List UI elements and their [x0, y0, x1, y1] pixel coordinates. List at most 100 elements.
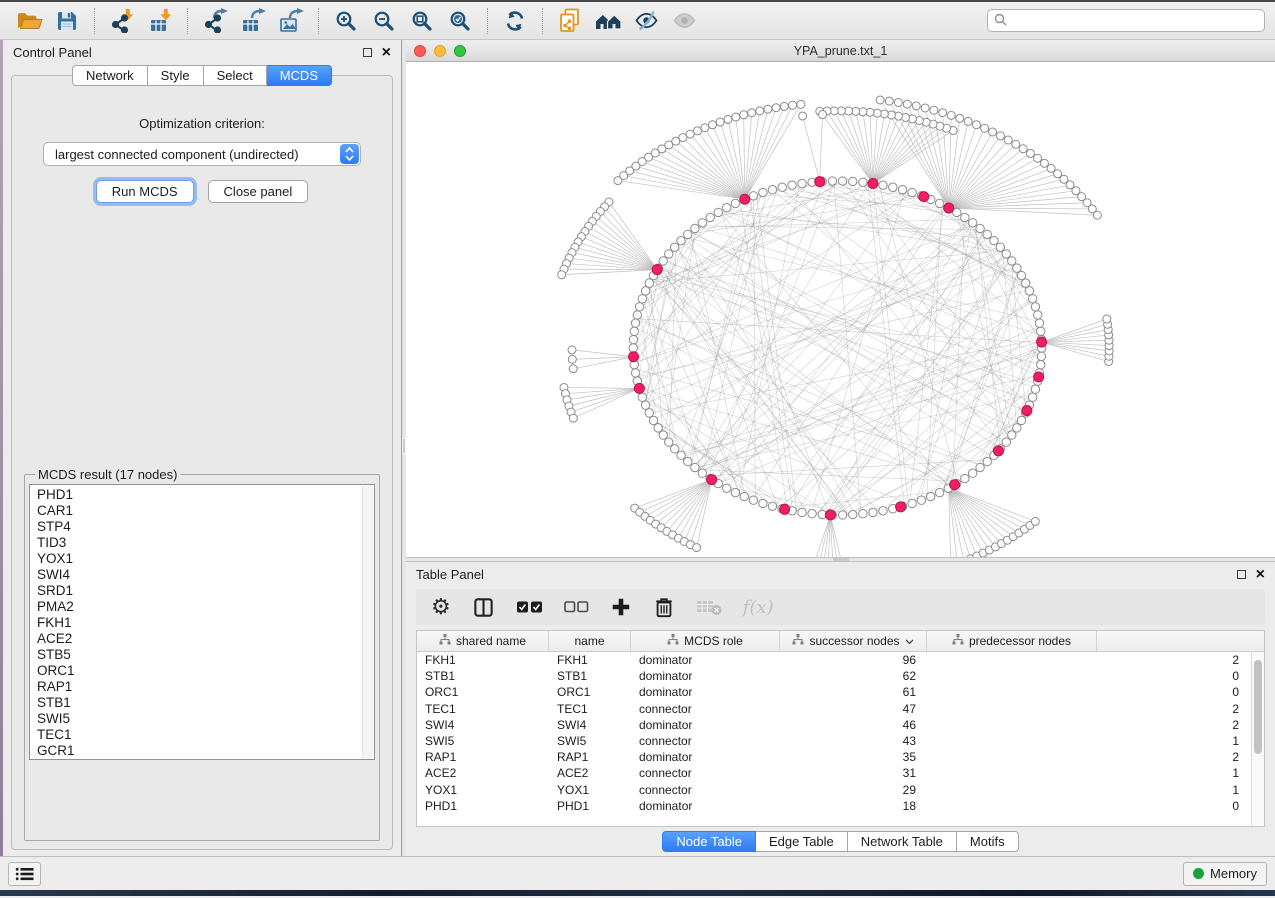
cell-shared-name: ACE2: [417, 766, 549, 780]
toolbar-separator: [187, 8, 188, 34]
export-image-icon[interactable]: [272, 6, 310, 36]
table-settings-icon[interactable]: ⚙: [431, 596, 451, 618]
table-row[interactable]: SWI4SWI4dominator462: [417, 717, 1251, 733]
column-header-mcds-role[interactable]: MCDS role: [631, 631, 780, 651]
window-zoom-icon[interactable]: [454, 45, 466, 57]
add-column-icon[interactable]: [610, 596, 632, 618]
cell-name: STB1: [549, 669, 631, 683]
search-input[interactable]: [1011, 14, 1258, 28]
table-row[interactable]: ACE2ACE2connector311: [417, 765, 1251, 781]
mcds-list-scrollbar[interactable]: [362, 486, 373, 758]
table-scrollbar[interactable]: [1251, 652, 1264, 826]
mcds-result-item[interactable]: TEC1: [37, 727, 360, 743]
tab-node-table[interactable]: Node Table: [662, 831, 756, 852]
table-row[interactable]: FKH1FKH1dominator962: [417, 652, 1251, 668]
mcds-result-item[interactable]: GCR1: [37, 743, 360, 759]
mcds-result-item[interactable]: FKH1: [37, 615, 360, 631]
mcds-result-item[interactable]: STB5: [37, 647, 360, 663]
float-panel-icon[interactable]: [363, 48, 372, 57]
network-window-titlebar[interactable]: YPA_prune.txt_1: [406, 40, 1275, 62]
tab-network[interactable]: Network: [72, 65, 148, 86]
splitter-grip-icon[interactable]: [833, 558, 849, 561]
zoom-in-icon[interactable]: [327, 6, 365, 36]
table-row[interactable]: YOX1YOX1connector291: [417, 782, 1251, 798]
table-row[interactable]: SWI5SWI5connector431: [417, 733, 1251, 749]
clear-selection-icon[interactable]: [564, 600, 589, 614]
table-row[interactable]: RAP1RAP1dominator352: [417, 749, 1251, 765]
mcds-result-item[interactable]: PMA2: [37, 599, 360, 615]
column-header-filler: [1097, 631, 1251, 651]
search-box[interactable]: [987, 9, 1265, 32]
network-canvas[interactable]: [406, 62, 1275, 557]
memory-button[interactable]: Memory: [1183, 862, 1267, 886]
mcds-result-item[interactable]: PHD1: [37, 487, 360, 503]
tab-style[interactable]: Style: [148, 65, 204, 86]
cell-name: TEC1: [549, 702, 631, 716]
close-panel-icon[interactable]: ×: [1256, 569, 1265, 581]
run-mcds-button[interactable]: Run MCDS: [96, 180, 194, 203]
column-header-name[interactable]: name: [549, 631, 631, 651]
zoom-out-icon[interactable]: [365, 6, 403, 36]
apply-layout-icon[interactable]: [496, 6, 534, 36]
split-columns-icon[interactable]: [472, 596, 495, 619]
zoom-selected-icon[interactable]: [441, 6, 479, 36]
main-toolbar: [10, 6, 703, 36]
mcds-result-item[interactable]: SWI5: [37, 711, 360, 727]
window-close-icon[interactable]: [414, 45, 426, 57]
mcds-result-item[interactable]: ORC1: [37, 663, 360, 679]
save-session-icon[interactable]: [48, 6, 86, 36]
table-scrollbar-thumb[interactable]: [1254, 660, 1262, 754]
cell-name: YOX1: [549, 783, 631, 797]
toolbar-separator: [318, 8, 319, 34]
tab-select[interactable]: Select: [204, 65, 267, 86]
table-row[interactable]: TEC1TEC1connector472: [417, 701, 1251, 717]
column-header-predecessor-nodes[interactable]: predecessor nodes: [927, 631, 1097, 651]
close-panel-button[interactable]: Close panel: [208, 180, 309, 203]
optimization-criterion-select[interactable]: largest connected component (undirected): [43, 142, 361, 166]
node-table-body: FKH1FKH1dominator962STB1STB1dominator620…: [417, 652, 1264, 826]
export-network-icon[interactable]: [196, 6, 234, 36]
main-toolbar-bar: [0, 2, 1275, 40]
float-panel-icon[interactable]: [1237, 570, 1246, 579]
delete-column-icon[interactable]: [653, 596, 675, 619]
cell-mcds-role: dominator: [631, 718, 780, 732]
mcds-result-item[interactable]: STP4: [37, 519, 360, 535]
app-window: Control Panel × NetworkStyleSelectMCDS O…: [0, 0, 1275, 898]
status-menu-button[interactable]: [8, 862, 41, 886]
group-nodes-icon[interactable]: [589, 6, 627, 36]
window-minimize-icon[interactable]: [434, 45, 446, 57]
import-table-icon[interactable]: [141, 6, 179, 36]
open-file-icon[interactable]: [10, 6, 48, 36]
mcds-result-item[interactable]: ACE2: [37, 631, 360, 647]
column-label: shared name: [456, 634, 526, 648]
panel-splitter-horizontal[interactable]: [406, 557, 1275, 562]
zoom-fit-icon[interactable]: [403, 6, 441, 36]
mcds-result-item[interactable]: SWI4: [37, 567, 360, 583]
tab-edge-table[interactable]: Edge Table: [756, 831, 848, 852]
mcds-result-item[interactable]: RAP1: [37, 679, 360, 695]
table-row[interactable]: STB1STB1dominator620: [417, 668, 1251, 684]
column-header-shared-name[interactable]: shared name: [417, 631, 549, 651]
column-header-successor-nodes[interactable]: successor nodes: [780, 631, 927, 651]
column-label: predecessor nodes: [969, 634, 1071, 648]
hide-details-icon[interactable]: [627, 6, 665, 36]
table-row[interactable]: ORC1ORC1dominator610: [417, 684, 1251, 700]
cell-name: RAP1: [549, 750, 631, 764]
tab-network-table[interactable]: Network Table: [848, 831, 957, 852]
network-from-selection-icon[interactable]: [551, 6, 589, 36]
cell-successor-nodes: 62: [780, 669, 927, 683]
mcds-result-item[interactable]: YOX1: [37, 551, 360, 567]
mcds-result-item[interactable]: TID3: [37, 535, 360, 551]
select-all-rows-icon[interactable]: [516, 599, 543, 615]
mcds-result-item[interactable]: SRD1: [37, 583, 360, 599]
tab-mcds[interactable]: MCDS: [267, 65, 332, 86]
delete-table-icon: [696, 598, 722, 616]
mcds-result-list[interactable]: PHD1CAR1STP4TID3YOX1SWI4SRD1PMA2FKH1ACE2…: [29, 484, 375, 760]
tab-motifs[interactable]: Motifs: [957, 831, 1019, 852]
close-panel-icon[interactable]: ×: [382, 47, 391, 59]
mcds-result-item[interactable]: STB1: [37, 695, 360, 711]
export-table-icon[interactable]: [234, 6, 272, 36]
table-row[interactable]: PHD1PHD1dominator180: [417, 798, 1251, 814]
mcds-result-item[interactable]: CAR1: [37, 503, 360, 519]
import-network-icon[interactable]: [103, 6, 141, 36]
